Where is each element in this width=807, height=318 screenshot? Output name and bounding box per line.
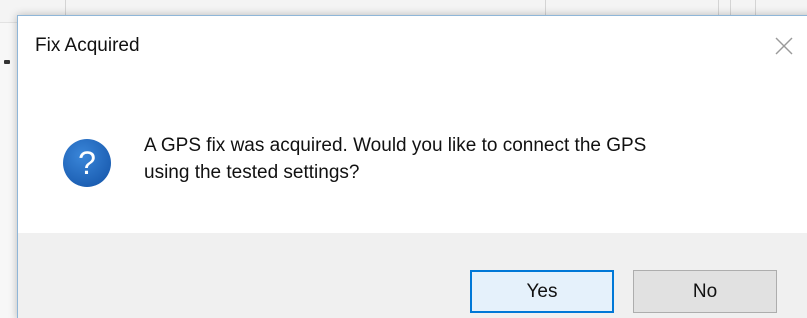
screen: Fix Acquired ? A GPS fix was acquired. W… — [0, 0, 807, 318]
message-dialog: Fix Acquired ? A GPS fix was acquired. W… — [17, 15, 807, 318]
message-line-2: using the tested settings? — [144, 162, 360, 183]
close-icon — [775, 37, 793, 55]
dialog-titlebar: Fix Acquired — [18, 16, 807, 78]
yes-button[interactable]: Yes — [470, 270, 614, 313]
no-button[interactable]: No — [633, 270, 777, 313]
dialog-title: Fix Acquired — [35, 35, 140, 56]
background-fragment — [4, 60, 10, 64]
message-line-1: A GPS fix was acquired. Would you like t… — [144, 135, 647, 156]
dialog-button-bar: Yes No — [18, 233, 807, 318]
question-icon: ? — [62, 138, 112, 188]
dialog-message: A GPS fix was acquired. Would you like t… — [144, 132, 784, 186]
dialog-body: ? A GPS fix was acquired. Would you like… — [18, 78, 807, 233]
svg-text:?: ? — [78, 145, 96, 181]
close-button[interactable] — [772, 34, 796, 58]
